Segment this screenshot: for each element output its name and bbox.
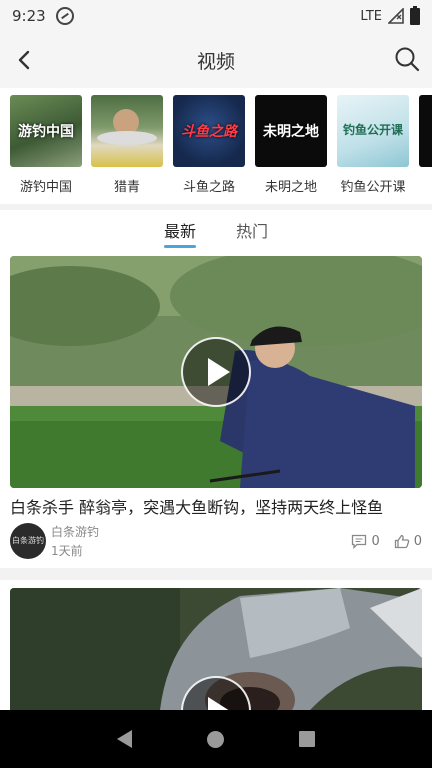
do-not-disturb-icon xyxy=(55,7,74,25)
channel-label: 猎青 xyxy=(113,180,140,195)
channel-thumbnail: 未明之地 xyxy=(255,95,327,167)
nav-back-icon[interactable] xyxy=(117,730,133,748)
signal-icon xyxy=(388,8,404,24)
tab-latest[interactable]: 最新 xyxy=(164,218,197,248)
channel-label: 未明之地 xyxy=(264,180,317,195)
channel-thumbnail: 斗鱼之路 xyxy=(173,95,245,167)
like-stat[interactable]: 0 xyxy=(394,534,422,549)
channel-thumb-text: 游钓中国 xyxy=(18,124,74,140)
channel-thumbnail: 钓鱼公开课 xyxy=(337,95,409,167)
comment-icon xyxy=(352,534,367,549)
channel-thumb-text: 未明之地 xyxy=(263,124,319,140)
channel-thumbnail xyxy=(91,95,163,167)
like-count: 0 xyxy=(413,534,422,549)
back-button[interactable] xyxy=(12,46,36,74)
channel-item[interactable]: 钓鱼公开课 钓鱼公开课 xyxy=(337,95,409,195)
status-time: 9:23 xyxy=(12,7,46,25)
author-block: 白条游钓 1天前 xyxy=(51,523,99,559)
video-card[interactable] xyxy=(0,580,432,710)
page-title: 视频 xyxy=(196,50,235,73)
search-icon xyxy=(395,47,420,72)
channel-thumb-text: 钓鱼公开课 xyxy=(342,123,403,137)
author-name[interactable]: 白条游钓 xyxy=(51,523,99,540)
video-stats: 0 0 xyxy=(351,534,422,549)
app-header: 视频 xyxy=(0,32,432,88)
video-thumbnail[interactable] xyxy=(10,256,422,488)
video-thumbnail[interactable] xyxy=(10,588,422,710)
video-meta: 白条游钓 白条游钓 1天前 xyxy=(10,523,99,559)
channel-label: 游钓中国 xyxy=(19,180,72,195)
channel-label: 钓鱼公开课 xyxy=(340,180,406,195)
channel-item[interactable]: 斗鱼之路 斗鱼之路 xyxy=(173,95,245,195)
network-type: LTE xyxy=(360,8,382,24)
channel-list: 游钓中国 游钓中国 猎青 斗鱼之路 斗鱼之路 未明之地 未明之地 钓鱼公开课 钓… xyxy=(0,88,432,204)
status-right: LTE xyxy=(360,5,420,25)
video-title[interactable]: 白条杀手 醉翁亭，突遇大鱼断钩，坚持两天终上怪鱼 xyxy=(10,494,383,518)
channel-thumb-text: 斗鱼之路 xyxy=(181,124,237,140)
post-time: 1天前 xyxy=(51,544,83,558)
system-nav-bar xyxy=(0,710,432,768)
comment-stat[interactable]: 0 xyxy=(351,534,380,549)
tab-hot[interactable]: 热门 xyxy=(236,218,268,242)
channel-item-partial[interactable] xyxy=(419,95,432,167)
channel-item[interactable]: 未明之地 未明之地 xyxy=(255,95,327,195)
channel-thumbnail: 游钓中国 xyxy=(10,95,82,167)
battery-icon xyxy=(410,5,420,25)
avatar[interactable]: 白条游钓 xyxy=(10,523,46,559)
video-card[interactable]: 白条杀手 醉翁亭，突遇大鱼断钩，坚持两天终上怪鱼 白条游钓 白条游钓 1天前 0… xyxy=(0,250,432,568)
channel-thumbnail xyxy=(419,95,432,167)
thumbs-up-icon xyxy=(394,534,409,549)
play-button[interactable] xyxy=(181,337,251,407)
comment-count: 0 xyxy=(371,534,380,549)
channel-item[interactable]: 猎青 xyxy=(91,95,163,195)
channel-label: 斗鱼之路 xyxy=(182,180,235,195)
channel-item[interactable]: 游钓中国 游钓中国 xyxy=(10,95,82,195)
status-bar: 9:23 LTE xyxy=(0,0,432,32)
nav-home-icon[interactable] xyxy=(206,730,224,748)
nav-recents-icon[interactable] xyxy=(298,731,315,747)
tab-bar: 最新 热门 xyxy=(0,210,432,250)
search-button[interactable] xyxy=(394,46,420,72)
fish-shape xyxy=(97,131,157,145)
chevron-left-icon xyxy=(18,50,30,70)
